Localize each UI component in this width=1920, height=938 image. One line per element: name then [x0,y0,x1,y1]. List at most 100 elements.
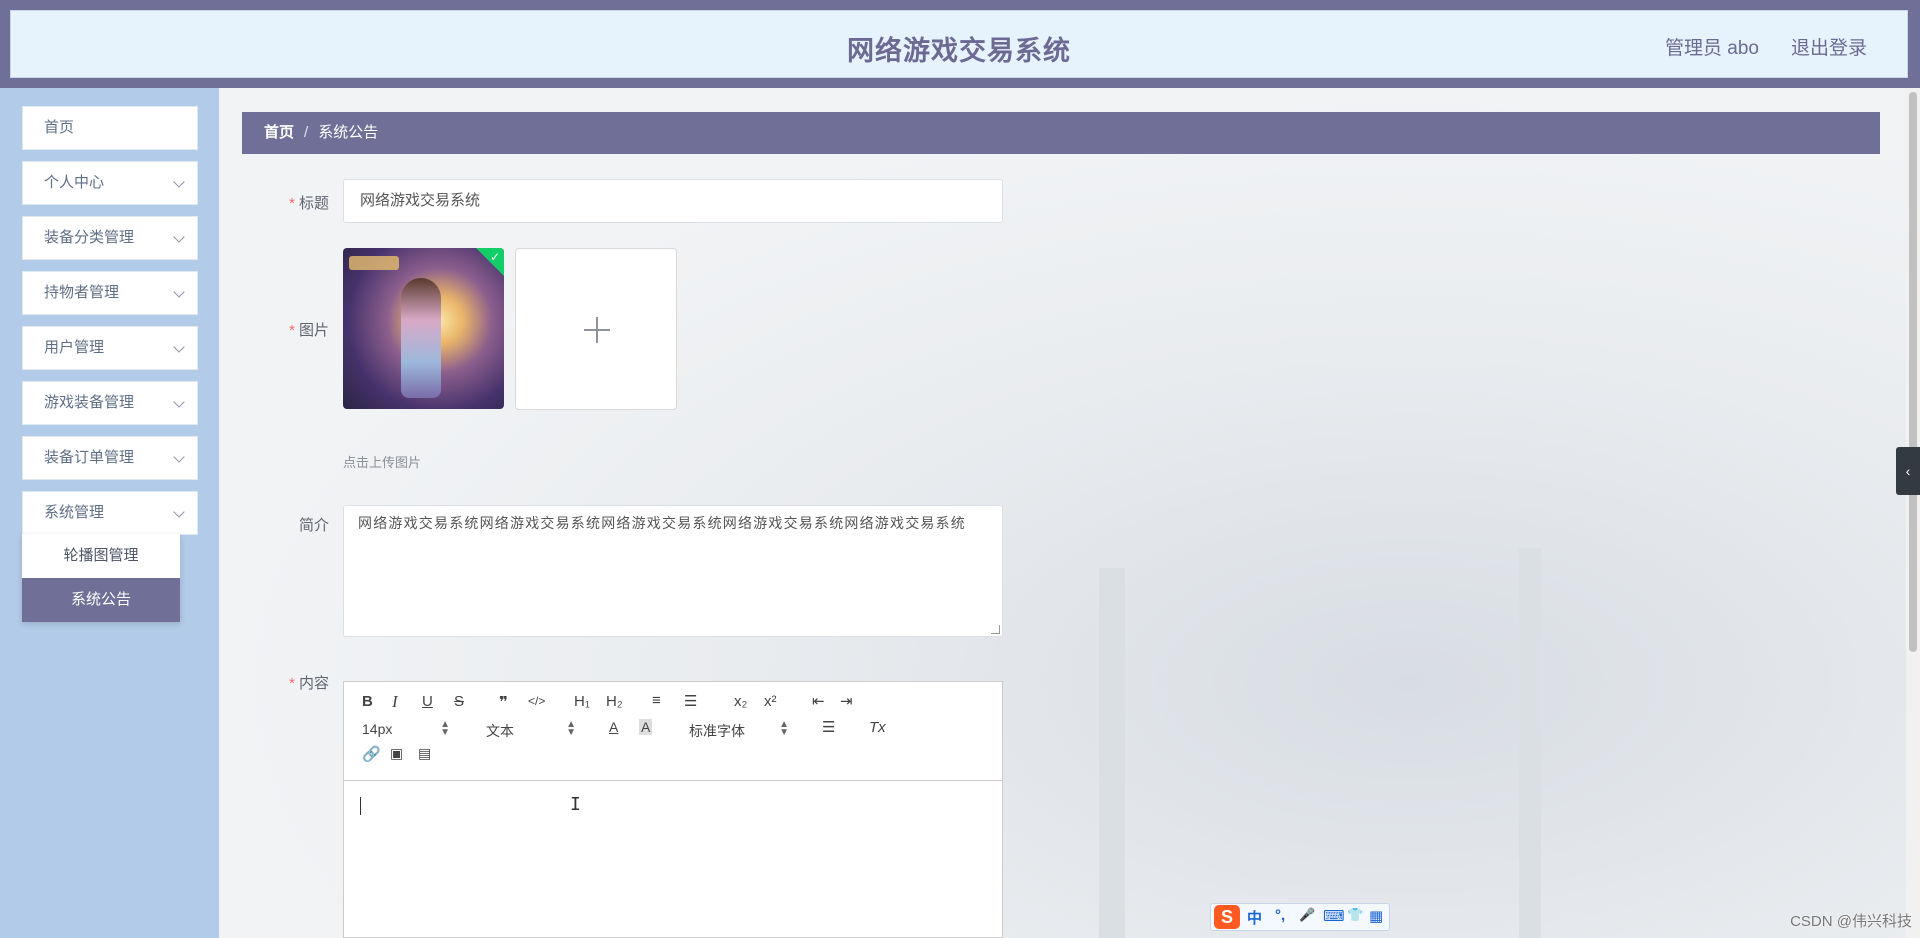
plus-icon [596,317,598,343]
sidebar-item-game-equipment[interactable]: 游戏装备管理 [22,381,198,425]
upload-hint: 点击上传图片 [343,455,422,470]
sidebar-item-equipment-category[interactable]: 装备分类管理 [22,216,198,260]
image-field-label: * 图片 [219,319,329,340]
image-icon[interactable]: ▣ [390,745,403,762]
background-color-button[interactable]: A [639,719,653,735]
strikethrough-button[interactable]: S [454,693,464,710]
ime-chinese-mode[interactable]: 中 [1247,907,1262,928]
chevron-down-icon [173,451,185,463]
sidebar-item-home[interactable]: 首页 [22,106,198,150]
clear-format-button[interactable]: Tx [869,719,886,736]
label-text: 简介 [298,517,329,534]
subscript-button[interactable]: x₂ [734,693,747,710]
font-family-select[interactable]: 标准字体 ▲ ▼ [689,719,789,740]
current-user-label: 管理员 abo [1665,38,1759,59]
bullet-list-button[interactable]: ☰ [684,692,697,710]
main-content: 首页 / 系统公告 * 标题 网络游戏交易系统 * 图片 ✓ 点击上传图片 简介 网络游… [219,88,1920,938]
align-left-icon[interactable]: ☰ [822,718,835,736]
superscript-button[interactable]: x² [764,693,777,710]
collapse-panel-chevron-icon[interactable]: ‹ [1896,447,1920,495]
sogou-logo-icon[interactable]: S [1214,905,1240,929]
toolbox-icon[interactable]: ▦ [1369,907,1383,925]
underline-button[interactable]: U [422,693,433,710]
required-mark: * [289,322,295,339]
image-upload-button[interactable] [515,248,677,410]
sidebar-item-label: 装备订单管理 [44,449,135,466]
background-post [1099,568,1125,938]
label-text: 内容 [298,675,329,692]
keyboard-icon[interactable]: ⌨ [1323,907,1345,925]
label-text: 标题 [298,195,329,212]
intro-field-label: 简介 [219,514,329,535]
label-text: 图片 [298,322,329,339]
check-icon: ✓ [489,250,500,264]
chevron-down-icon [173,286,185,298]
watermark: CSDN @伟兴科技 [1790,913,1912,930]
video-icon[interactable]: ▤ [418,745,431,762]
font-family-value: 标准字体 [689,723,745,739]
code-block-button[interactable]: </> [528,694,545,708]
editor-content-area[interactable]: I [344,780,1002,937]
skin-icon[interactable]: 👕 [1347,907,1363,923]
text-style-value: 文本 [486,723,514,739]
chevron-down-icon [173,176,185,188]
sidebar-item-user-management[interactable]: 用户管理 [22,326,198,370]
required-mark: * [289,195,295,212]
select-arrows-icon: ▲ ▼ [779,719,789,738]
indent-button[interactable]: ⇥ [840,692,853,710]
rich-text-editor: B I U S ❞ </> H₁ H₂ ≡ ☰ x₂ x² ⇤ ⇥ 14px ▲… [343,681,1003,938]
bold-button[interactable]: B [362,693,373,710]
sidebar-item-label: 用户管理 [44,339,105,356]
sidebar-item-equipment-orders[interactable]: 装备订单管理 [22,436,198,480]
editor-toolbar: B I U S ❞ </> H₁ H₂ ≡ ☰ x₂ x² ⇤ ⇥ 14px ▲… [344,682,1002,781]
background-post [1519,548,1541,938]
app-title: 网络游戏交易系统 [847,36,1071,66]
uploaded-image-thumbnail[interactable]: ✓ [343,248,504,409]
content-field-label: * 内容 [219,672,329,693]
sidebar-item-label: 游戏装备管理 [44,394,135,411]
heading-1-button[interactable]: H₁ [574,693,590,710]
sidebar: 首页 个人中心 装备分类管理 持物者管理 用户管理 游戏装备管理 装备订单管理 … [0,88,219,938]
sidebar-item-personal-center[interactable]: 个人中心 [22,161,198,205]
ime-punctuation-icon[interactable]: °, [1275,907,1285,924]
breadcrumb-home[interactable]: 首页 [264,124,294,141]
ordered-list-button[interactable]: ≡ [652,692,661,709]
breadcrumb-current: 系统公告 [318,124,379,141]
sidebar-item-system-management[interactable]: 系统管理 [22,491,198,535]
font-size-select[interactable]: 14px ▲ ▼ [362,719,450,738]
sidebar-item-holder-management[interactable]: 持物者管理 [22,271,198,315]
outdent-button[interactable]: ⇤ [812,692,825,710]
text-style-select[interactable]: 文本 ▲ ▼ [486,719,576,740]
chevron-down-icon [173,506,185,518]
breadcrumb-separator: / [304,124,309,141]
blockquote-button[interactable]: ❞ [499,693,508,711]
sidebar-item-label: 系统管理 [44,504,105,521]
italic-button[interactable]: I [392,692,398,712]
image-character-figure [401,278,441,398]
select-arrows-icon: ▲ ▼ [440,719,450,738]
chevron-down-icon [173,231,185,243]
resize-handle-icon[interactable] [991,625,1000,634]
system-submenu: 轮播图管理 系统公告 [22,534,180,622]
select-arrows-icon: ▲ ▼ [566,719,576,738]
intro-textarea[interactable]: 网络游戏交易系统网络游戏交易系统网络游戏交易系统网络游戏交易系统网络游戏交易系统 [343,505,1003,637]
microphone-icon[interactable]: 🎤 [1299,907,1315,923]
sidebar-item-label: 首页 [44,119,75,136]
sidebar-item-label: 持物者管理 [44,284,120,301]
header-panel: 网络游戏交易系统 管理员 abo 退出登录 [10,10,1908,78]
title-input[interactable]: 网络游戏交易系统 [343,179,1003,223]
font-color-button[interactable]: A [609,719,618,735]
sidebar-item-label: 装备分类管理 [44,229,135,246]
ibeam-cursor-icon: I [570,794,581,815]
link-icon[interactable]: 🔗 [362,745,381,763]
chevron-down-icon [173,396,185,408]
logout-link[interactable]: 退出登录 [1791,33,1867,60]
font-size-value: 14px [362,721,393,737]
scrollbar-thumb[interactable] [1909,92,1917,652]
ime-toolbar: S 中 °, 🎤 ⌨ 👕 ▦ [1210,903,1390,931]
breadcrumb: 首页 / 系统公告 [242,112,1880,154]
submenu-item-carousel[interactable]: 轮播图管理 [22,534,180,578]
image-logo-mark [349,256,399,270]
submenu-item-announcements[interactable]: 系统公告 [22,578,180,622]
heading-2-button[interactable]: H₂ [606,693,623,710]
